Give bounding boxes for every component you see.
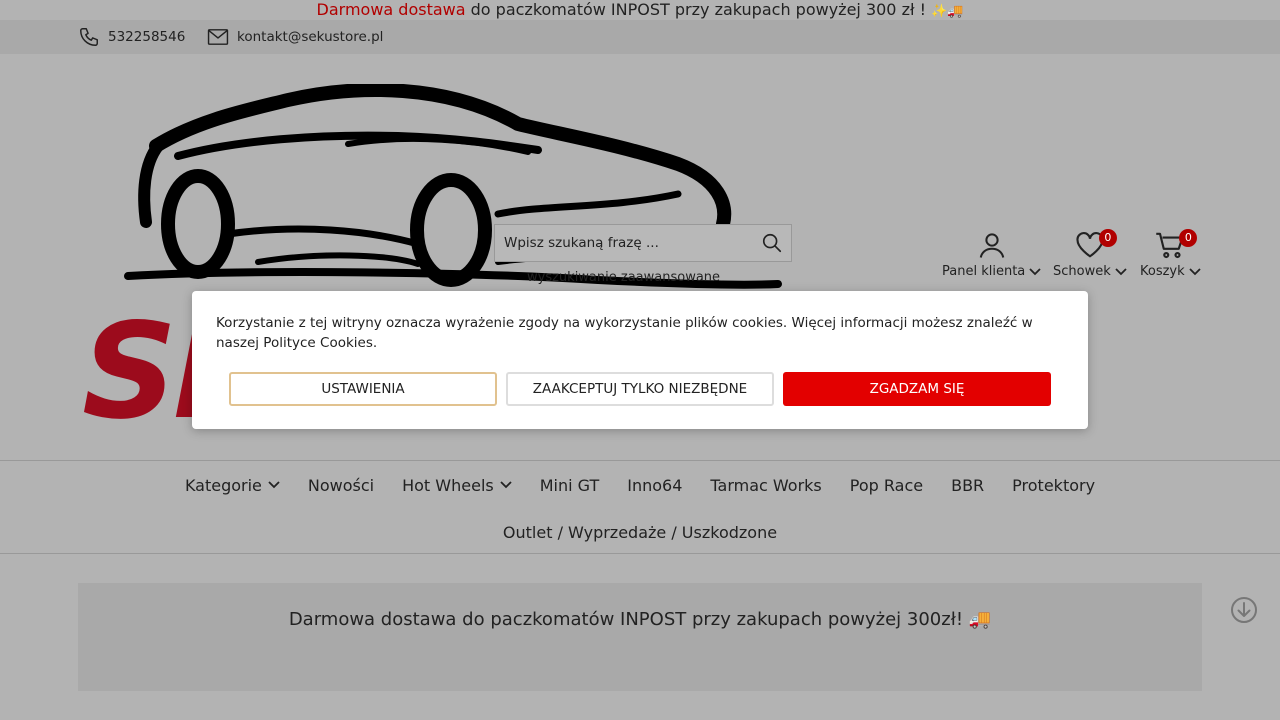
promo-text: do paczkomatów INPOST przy zakupach powy… bbox=[465, 0, 932, 19]
scroll-down-icon[interactable] bbox=[1230, 596, 1258, 624]
email-address: kontakt@sekustore.pl bbox=[237, 29, 384, 45]
cookie-consent-dialog: Korzystanie z tej witryny oznacza wyraże… bbox=[192, 291, 1088, 429]
panel-klienta-label: Panel klienta bbox=[942, 264, 1026, 279]
nav-item-bbr[interactable]: BBR bbox=[937, 474, 998, 496]
search-box bbox=[494, 224, 792, 262]
free-delivery-banner: Darmowa dostawa do paczkomatów INPOST pr… bbox=[78, 583, 1202, 691]
contact-bar: 532258546 kontakt@sekustore.pl bbox=[0, 20, 1280, 54]
cart-label: Koszyk bbox=[1140, 264, 1185, 279]
phone-link[interactable]: 532258546 bbox=[78, 20, 185, 54]
nav-item-label: Nowości bbox=[307, 475, 375, 495]
nav-item-label: Pop Race bbox=[849, 475, 924, 495]
panel-klienta-button[interactable]: Panel klienta bbox=[942, 226, 1041, 279]
user-icon bbox=[979, 233, 1004, 258]
cart-count-badge: 0 bbox=[1179, 229, 1198, 247]
promo-bar: Darmowa dostawa do paczkomatów INPOST pr… bbox=[0, 0, 1280, 20]
cookie-settings-button[interactable]: USTAWIENIA bbox=[229, 372, 497, 406]
promo-highlight: Darmowa dostawa bbox=[316, 0, 466, 19]
phone-icon bbox=[80, 28, 98, 46]
nav-item-label: Tarmac Works bbox=[710, 475, 822, 495]
nav-item-label: Protektory bbox=[1012, 475, 1096, 495]
nav-item-label: Inno64 bbox=[627, 475, 683, 495]
envelope-icon bbox=[207, 29, 229, 45]
phone-number: 532258546 bbox=[108, 29, 186, 45]
banner-text: Darmowa dostawa do paczkomatów INPOST pr… bbox=[288, 609, 992, 630]
nav-item-tarmac-works[interactable]: Tarmac Works bbox=[696, 474, 835, 496]
nav-item-inno64[interactable]: Inno64 bbox=[613, 474, 696, 496]
nav-item-nowosci[interactable]: Nowości bbox=[294, 474, 388, 496]
wishlist-label: Schowek bbox=[1053, 264, 1111, 279]
nav-item-mini-gt[interactable]: Mini GT bbox=[526, 474, 614, 496]
nav-item-outlet[interactable]: Outlet / Wyprzedaże / Uszkodzone bbox=[489, 521, 791, 543]
nav-item-label: Mini GT bbox=[539, 475, 600, 495]
search-icon bbox=[762, 233, 782, 253]
chevron-down-icon bbox=[1189, 267, 1201, 275]
advanced-search-link[interactable]: wyszukiwanie zaawansowane bbox=[527, 270, 720, 285]
chevron-down-icon bbox=[1029, 267, 1041, 275]
nav-item-label: Hot Wheels bbox=[402, 475, 494, 495]
email-link[interactable]: kontakt@sekustore.pl bbox=[207, 20, 383, 54]
nav-item-label: Kategorie bbox=[184, 475, 262, 495]
promo-emoji: ✨🚚 bbox=[931, 4, 964, 19]
cart-button[interactable]: 0 Koszyk bbox=[1140, 226, 1201, 279]
nav-item-protektory[interactable]: Protektory bbox=[998, 474, 1109, 496]
cookie-accept-necessary-button[interactable]: ZAAKCEPTUJ TYLKO NIEZBĘDNE bbox=[506, 372, 774, 406]
chevron-down-icon bbox=[1115, 267, 1127, 275]
nav-item-kategorie[interactable]: Kategorie bbox=[171, 474, 294, 496]
chevron-down-icon bbox=[268, 481, 280, 489]
chevron-down-icon bbox=[500, 481, 512, 489]
nav-item-hot-wheels[interactable]: Hot Wheels bbox=[388, 474, 526, 496]
nav-item-pop-race[interactable]: Pop Race bbox=[836, 474, 937, 496]
wishlist-count-badge: 0 bbox=[1098, 229, 1117, 247]
cookie-consent-text: Korzystanie z tej witryny oznacza wyraże… bbox=[216, 315, 1033, 351]
nav-item-label: BBR bbox=[951, 475, 985, 495]
logo-car-image[interactable] bbox=[118, 84, 788, 294]
search-button[interactable] bbox=[753, 225, 791, 261]
cookie-accept-all-button[interactable]: ZGADZAM SIĘ bbox=[783, 372, 1051, 406]
nav-item-label: Outlet / Wyprzedaże / Uszkodzone bbox=[502, 522, 778, 542]
search-input[interactable] bbox=[495, 225, 760, 261]
wishlist-button[interactable]: 0 Schowek bbox=[1053, 226, 1127, 279]
main-navigation: Kategorie Nowości Hot Wheels Mini GT Inn… bbox=[0, 460, 1280, 554]
